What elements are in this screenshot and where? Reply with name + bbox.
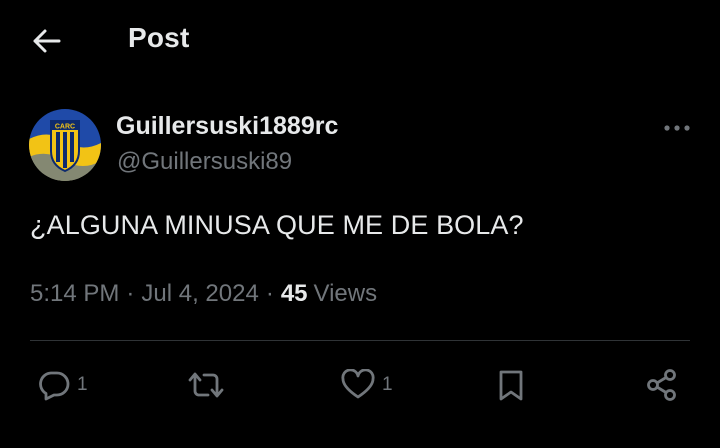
action-bar: 1 1 xyxy=(0,360,720,412)
bookmark-icon xyxy=(499,370,523,401)
author-handle[interactable]: @Guillersuski89 xyxy=(117,148,292,176)
meta-separator: · xyxy=(265,280,274,307)
reply-bubble-icon xyxy=(39,371,70,401)
share-button[interactable] xyxy=(644,360,680,410)
post-metadata: 5:14 PM · Jul 4, 2024 · 45 Views xyxy=(30,280,377,308)
views-label: Views xyxy=(313,280,378,307)
like-button[interactable]: 1 xyxy=(340,360,393,410)
post-date[interactable]: Jul 4, 2024 xyxy=(141,280,258,308)
bookmark-button[interactable] xyxy=(494,360,528,410)
views-count: 45 xyxy=(280,280,308,307)
avatar[interactable]: CARC xyxy=(29,109,101,181)
more-horizontal-icon xyxy=(664,125,690,131)
repost-button[interactable] xyxy=(186,360,232,410)
author-display-name[interactable]: Guillersuski1889rc xyxy=(116,112,338,141)
reply-button[interactable]: 1 xyxy=(37,360,88,410)
divider xyxy=(30,340,690,341)
back-button[interactable] xyxy=(28,24,64,58)
reply-count: 1 xyxy=(77,374,88,395)
post-text: ¿ALGUNA MINUSA QUE ME DE BOLA? xyxy=(30,210,524,240)
heart-icon xyxy=(341,369,375,399)
more-options-button[interactable] xyxy=(657,112,697,144)
arrow-left-icon xyxy=(33,29,61,53)
svg-text:CARC: CARC xyxy=(55,124,75,131)
post-time[interactable]: 5:14 PM xyxy=(30,280,119,308)
share-icon xyxy=(647,369,676,401)
page-title: Post xyxy=(128,22,190,53)
top-bar: Post xyxy=(0,0,720,80)
repost-icon xyxy=(188,372,224,398)
like-count: 1 xyxy=(382,374,393,395)
meta-separator: · xyxy=(126,280,135,307)
club-crest-image: CARC xyxy=(29,109,101,181)
